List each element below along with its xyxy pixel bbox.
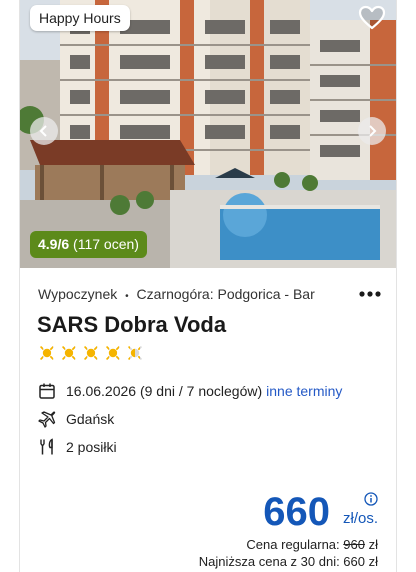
rating-count: (117 ocen) [73,236,139,252]
offer-details: 16.06.2026 (9 dni / 7 noclegów) inne ter… [38,377,378,461]
sun-rating [38,344,144,362]
chevron-left-icon [39,125,47,137]
date-row: 16.06.2026 (9 dni / 7 noclegów) inne ter… [38,377,378,405]
sun-icon [38,344,56,362]
rating-badge: 4.9/6 (117 ocen) [30,231,147,258]
departure-row: Gdańsk [38,405,378,433]
sun-icon [82,344,100,362]
price-block: 660 zł/os. Cena regularna: 960 zł Najniż… [78,488,378,570]
regular-price-row: Cena regularna: 960 zł [78,536,378,553]
regular-price-currency: zł [368,537,378,552]
cutlery-icon [40,438,53,455]
price-line: 660 zł/os. [78,488,378,536]
regular-price-label: Cena regularna: [246,537,340,552]
heart-icon[interactable] [358,4,386,32]
lowest-price-note: Najniższa cena z 30 dni: 660 zł [198,554,378,569]
sun-icon [126,344,144,362]
rating-score: 4.9/6 [38,236,70,252]
hotel-photo[interactable]: Happy Hours 4.9/6 (117 ocen) [20,0,396,268]
happy-hours-badge: Happy Hours [30,5,130,31]
sun-icon [60,344,78,362]
meals-text: 2 posiłki [66,439,117,455]
price-unit: zł/os. [342,510,378,527]
previous-photo-button[interactable] [30,117,58,145]
price-value: 660 [263,490,330,534]
departure-city: Gdańsk [66,411,115,427]
category-label: Wypoczynek [38,286,118,302]
meals-row: 2 posiłki [38,433,378,461]
other-dates-link[interactable]: inne terminy [266,383,342,399]
calendar-icon [39,383,55,399]
location-label: Czarnogóra: Podgorica - Bar [136,286,315,302]
hotel-name[interactable]: SARS Dobra Voda [37,312,226,338]
next-photo-button[interactable] [358,117,386,145]
offer-card[interactable]: Happy Hours 4.9/6 (117 ocen) Wypoczynek … [19,0,397,572]
info-icon[interactable] [364,492,378,506]
hotel-photo-image [20,0,396,268]
sun-icon [104,344,122,362]
more-dots-icon[interactable] [358,290,382,298]
regular-price-value: 960 [343,537,365,552]
chevron-right-icon [369,125,377,137]
plane-icon [38,411,56,428]
separator: • [125,291,129,302]
location-row: Wypoczynek • Czarnogóra: Podgorica - Bar [38,286,382,304]
date-text: 16.06.2026 (9 dni / 7 noclegów) [66,383,263,399]
